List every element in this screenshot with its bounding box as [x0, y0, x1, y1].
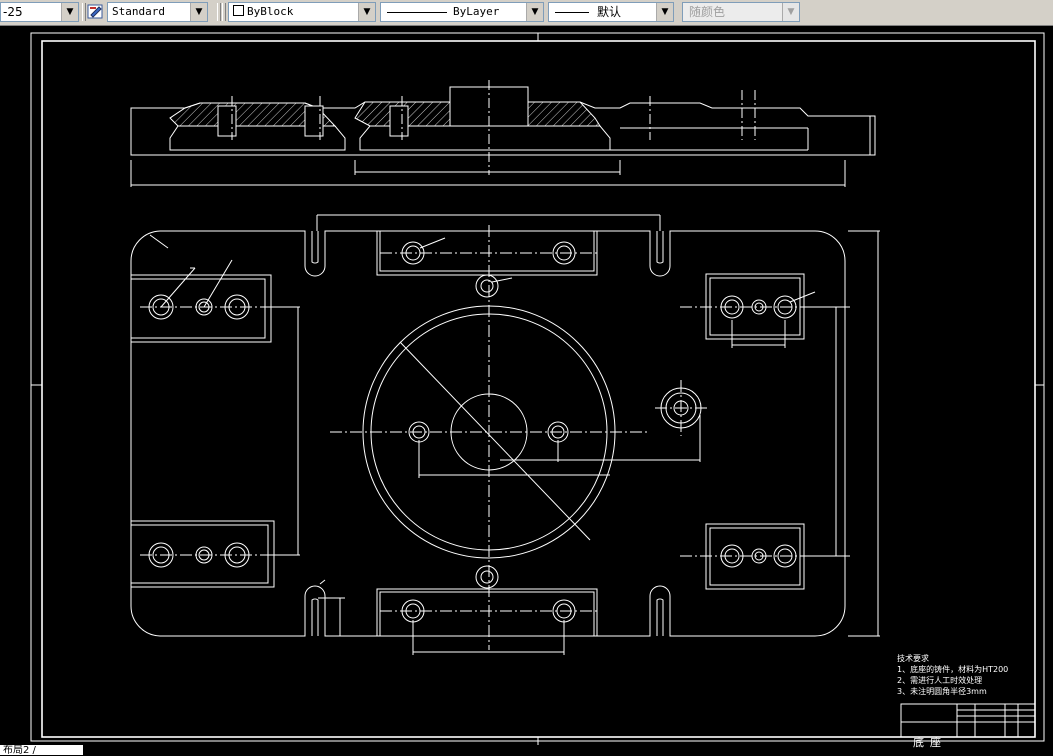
toolbar-grip[interactable]	[217, 3, 221, 21]
drawing-canvas[interactable]: 技术要求 1、底座的铸件，材料为HT200 2、需进行人工时效处理 3、未注明圆…	[0, 26, 1053, 755]
color-value: ByBlock	[247, 5, 294, 18]
chevron-down-icon[interactable]: ▼	[656, 3, 673, 21]
chevron-down-icon: ▼	[782, 3, 799, 21]
text-style-icon[interactable]	[87, 3, 105, 21]
lineweight-control-dropdown[interactable]: 默认 ▼	[548, 2, 674, 22]
dimension-style-dropdown[interactable]: -25 ▼	[0, 2, 79, 22]
title-block-part-name: 底座	[913, 736, 947, 749]
section-view	[130, 80, 876, 187]
chevron-down-icon[interactable]: ▼	[526, 3, 543, 21]
linetype-value: ByLayer	[453, 5, 500, 18]
plotstyle-control-dropdown: 随颜色 ▼	[682, 2, 800, 22]
layout-tab[interactable]: 布局2 /	[0, 745, 83, 756]
text-style-value: Standard	[112, 5, 165, 18]
tech-requirement-item: 1、底座的铸件，材料为HT200	[897, 665, 1009, 674]
linetype-control-dropdown[interactable]: ByLayer ▼	[380, 2, 544, 22]
dimension-style-value: -25	[3, 5, 23, 19]
sheet-inner-border	[41, 40, 1036, 738]
text-style-dropdown[interactable]: Standard ▼	[107, 2, 208, 22]
linetype-preview-icon	[387, 11, 447, 13]
lineweight-value: 默认	[597, 5, 622, 19]
lineweight-preview-icon	[555, 12, 589, 13]
plan-view	[130, 214, 880, 655]
tech-requirement-item: 2、需进行人工时效处理	[897, 676, 983, 685]
toolbar-grip[interactable]	[222, 3, 226, 21]
chevron-down-icon[interactable]: ▼	[358, 3, 375, 21]
sheet-outer-border	[30, 32, 1045, 742]
plotstyle-value: 随颜色	[689, 5, 726, 19]
color-control-dropdown[interactable]: ByBlock ▼	[228, 2, 376, 22]
chevron-down-icon[interactable]: ▼	[190, 3, 207, 21]
cad-drawing	[30, 32, 1045, 745]
color-swatch-icon	[233, 5, 244, 16]
technical-requirements: 技术要求 1、底座的铸件，材料为HT200 2、需进行人工时效处理 3、未注明圆…	[897, 653, 1008, 697]
toolbar-grip[interactable]	[82, 3, 86, 21]
chevron-down-icon[interactable]: ▼	[61, 3, 78, 21]
properties-toolbar: -25 ▼ Standard ▼ ByBlock ▼ ByLayer ▼ 默认 …	[0, 0, 1053, 26]
tech-requirements-heading: 技术要求	[897, 654, 929, 663]
tech-requirement-item: 3、未注明圆角半径3mm	[897, 687, 987, 696]
title-block	[900, 703, 1036, 738]
